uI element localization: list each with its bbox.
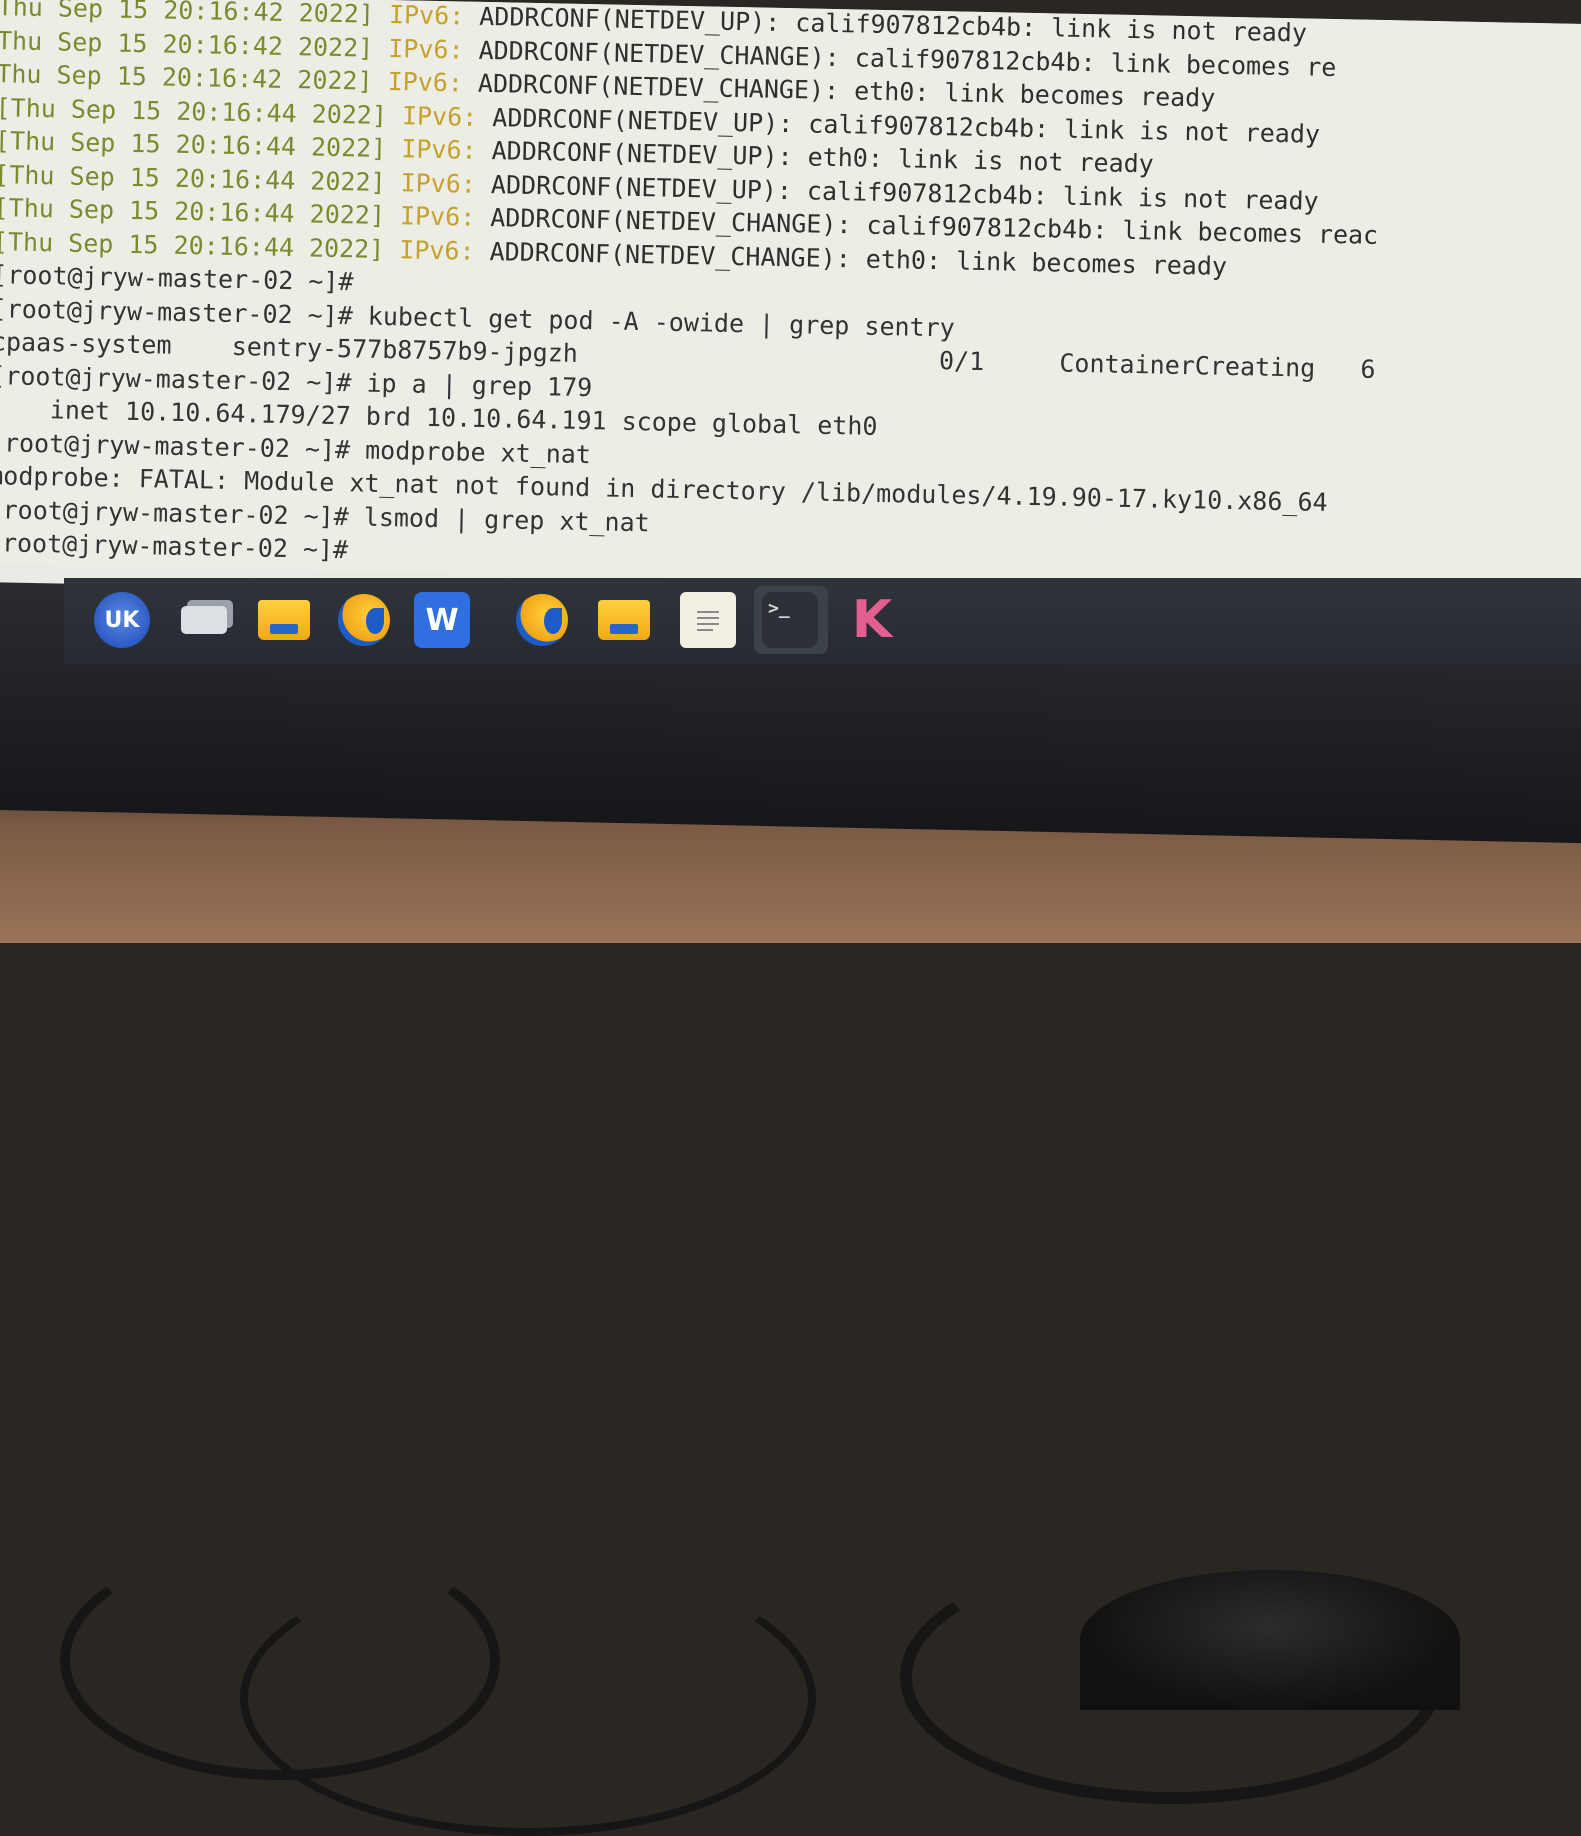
file-manager-icon[interactable] [256,592,312,648]
uk-start-icon[interactable]: UK [94,592,150,648]
terminal-window[interactable]: Thu Sep 15 20:16:42 2022] IPv6: ADDRCONF… [0,0,1581,597]
log-timestamp: [Thu Sep 15 20:16:44 2022] [0,159,386,197]
browser-shape [516,594,568,646]
browser-icon[interactable] [336,592,392,648]
k-app-icon[interactable]: K [844,590,900,650]
log-timestamp: Thu Sep 15 20:16:42 2022] [0,59,373,96]
log-tag: IPv6: [400,167,477,199]
log-timestamp: [Thu Sep 15 20:16:44 2022] [0,126,387,163]
folder-shape [258,600,310,640]
terminal-output[interactable]: Thu Sep 15 20:16:42 2022] IPv6: ADDRCONF… [0,0,1383,587]
log-timestamp: [Thu Sep 15 20:16:44 2022] [0,92,388,130]
log-tag: IPv6: [387,67,464,98]
monitor-screen: Thu Sep 15 20:16:42 2022] IPv6: ADDRCONF… [0,0,1581,615]
log-timestamp: [Thu Sep 15 20:16:44 2022] [0,193,386,230]
word-processor-icon[interactable]: W [414,592,470,648]
log-tag: IPv6: [399,234,475,266]
text-editor-icon[interactable] [680,592,736,648]
terminal-icon-label: >_ [768,598,790,619]
log-tag: IPv6: [388,33,464,65]
log-tag: IPv6: [401,100,478,132]
multitask-view-icon[interactable] [176,592,232,648]
word-icon-label: W [425,602,459,638]
browser-icon[interactable] [514,592,570,648]
log-timestamp: [Thu Sep 15 20:16:44 2022] [0,226,385,264]
uk-start-label: UK [104,607,140,633]
log-tag: IPv6: [401,134,477,165]
terminal-icon[interactable]: >_ [762,592,818,648]
log-timestamp: Thu Sep 15 20:16:42 2022] [0,25,374,63]
k-app-label: K [851,590,893,650]
log-tag: IPv6: [399,201,476,232]
monitor-stand [1080,1570,1460,1710]
folder-shape [598,600,650,640]
browser-shape [338,594,390,646]
file-manager-icon[interactable] [596,592,652,648]
taskbar: UK W >_ K [64,578,1581,664]
cable [240,1560,816,1836]
log-tag: IPv6: [388,0,465,31]
